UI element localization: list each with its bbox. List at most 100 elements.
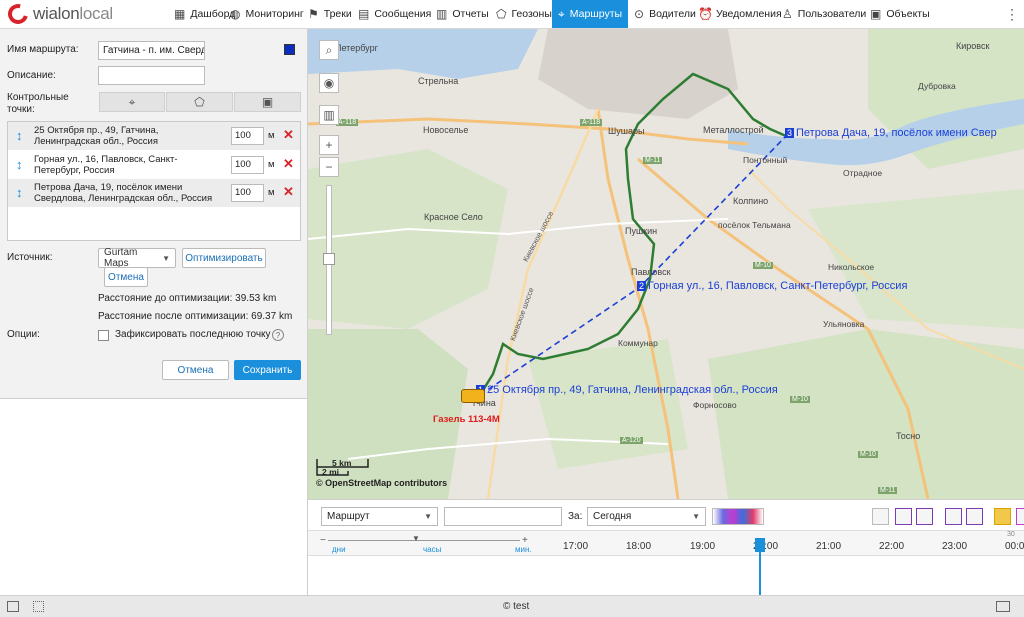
route-marker-2[interactable]: 2 Горная ул., 16, Павловск, Санкт-Петерб… xyxy=(637,280,907,292)
map-label-tosno: Тосно xyxy=(896,431,921,441)
timeline-tool-button[interactable] xyxy=(1016,508,1024,525)
save-button[interactable]: Сохранить xyxy=(234,360,301,380)
scale-minutes[interactable]: мин. xyxy=(515,545,532,554)
geofence-icon: ⬠ xyxy=(496,6,507,21)
zoom-in-icon[interactable]: + xyxy=(319,135,339,155)
add-geofence-button[interactable]: ⬠ xyxy=(166,92,233,112)
search-icon[interactable]: ⌕ xyxy=(319,40,339,60)
hour-label: 19:00 xyxy=(690,541,716,552)
nav-route[interactable]: ⌖ Маршруты xyxy=(552,0,628,28)
fix-last-point-checkbox[interactable] xyxy=(98,330,109,341)
route-name-input[interactable]: Гатчина - п. им. Сверд xyxy=(98,41,205,60)
route-color-picker[interactable] xyxy=(284,44,295,55)
scale-hours[interactable]: часы xyxy=(423,545,441,554)
reports-icon: ▥ xyxy=(436,6,448,21)
track-color-picker[interactable] xyxy=(712,508,764,525)
drag-handle-icon[interactable]: ↕ xyxy=(16,128,23,143)
timeline-tool-button[interactable] xyxy=(945,508,962,525)
checkpoint-address: 25 Октября пр., 49, Гатчина, Ленинградск… xyxy=(34,125,159,147)
dashboard-icon: ▦ xyxy=(174,6,186,21)
checkpoint-row[interactable]: ↕ Петрова Дача, 19, посёлок имени Свердл… xyxy=(8,179,300,207)
map-label-krasnoe-selo: Красное Село xyxy=(424,212,483,222)
nav-flag[interactable]: ⚑ Треки xyxy=(302,0,352,28)
nav-dashboard[interactable]: ▦ Дашборд xyxy=(168,0,235,28)
panel-toggle-icon[interactable] xyxy=(7,601,19,612)
grid-icon[interactable] xyxy=(33,601,44,612)
scale-days[interactable]: дни xyxy=(332,545,346,554)
timeline-tool-button[interactable] xyxy=(895,508,912,525)
radius-input[interactable]: 100 xyxy=(231,156,264,174)
fix-last-point-label[interactable]: Зафиксировать последнюю точку xyxy=(115,329,271,340)
checkpoint-row[interactable]: ↕ 25 Октября пр., 49, Гатчина, Ленинград… xyxy=(8,122,300,150)
radius-input[interactable]: 100 xyxy=(231,127,264,145)
source-select[interactable]: Gurtam Maps ▼ xyxy=(98,247,176,269)
scale-minus-button[interactable]: − xyxy=(320,535,326,546)
timeline-search-input[interactable] xyxy=(444,507,562,526)
current-time-handle[interactable] xyxy=(755,538,765,552)
nav-alarm[interactable]: ⏰ Уведомления xyxy=(692,0,782,28)
map-label-ulyanovka: Ульяновка xyxy=(823,319,865,329)
cancel-optimization-button[interactable]: Отмена xyxy=(104,267,148,287)
route-icon: ⌖ xyxy=(558,6,565,21)
nav-label: Маршруты xyxy=(569,8,623,20)
notifications-panel-icon[interactable] xyxy=(996,601,1010,612)
eye-icon[interactable]: ◉ xyxy=(319,73,339,93)
nav-label: Мониторинг xyxy=(245,8,304,20)
unit-label[interactable]: Газель 113-4М xyxy=(433,414,500,425)
map-label-nikolskoe: Никольское xyxy=(828,262,875,272)
marker-number: 2 xyxy=(637,281,647,291)
timeline-tool-button[interactable] xyxy=(872,508,889,525)
zoom-out-icon[interactable]: − xyxy=(319,157,339,177)
route-marker-1[interactable]: 1 25 Октября пр., 49, Гатчина, Ленинград… xyxy=(476,384,778,396)
add-point-button[interactable]: ⌖ xyxy=(99,92,165,112)
delete-icon[interactable]: ✕ xyxy=(283,127,294,143)
source-label: Источник: xyxy=(7,252,53,263)
map-canvas[interactable] xyxy=(308,29,1024,499)
nav-globe[interactable]: ◍ Мониторинг xyxy=(224,0,304,28)
cancel-button[interactable]: Отмена xyxy=(162,360,229,380)
nav-bus[interactable]: ▣ Объекты xyxy=(864,0,930,28)
alarm-icon: ⏰ xyxy=(698,6,713,21)
scale-slider[interactable] xyxy=(328,540,520,541)
nav-geofence[interactable]: ⬠ Геозоны xyxy=(490,0,552,28)
nav-reports[interactable]: ▥ Отчеты xyxy=(430,0,490,28)
nav-menu: ▦ Дашборд ◍ Мониторинг ⚑ Треки ▤ Сообщения ▥ Отче… xyxy=(168,0,930,28)
nav-user[interactable]: ♙ Пользователи xyxy=(776,0,866,28)
timeline-tool-button[interactable] xyxy=(966,508,983,525)
delete-icon[interactable]: ✕ xyxy=(283,184,294,200)
map-label-pushkin: Пушкин xyxy=(625,226,658,236)
drag-handle-icon[interactable]: ↕ xyxy=(16,185,23,200)
radius-input[interactable]: 100 xyxy=(231,184,264,202)
description-input[interactable] xyxy=(98,66,205,85)
bus-stop-icon: ▣ xyxy=(261,95,274,109)
copyright-text: © test xyxy=(503,601,530,612)
add-unit-button[interactable]: ▣ xyxy=(234,92,301,112)
more-menu-icon[interactable]: ⋮ xyxy=(1000,0,1024,28)
nav-label: Водители xyxy=(649,8,696,20)
chevron-down-icon: ▼ xyxy=(424,512,432,521)
wialon-logo[interactable]: wialonlocal xyxy=(0,0,168,28)
optimize-button[interactable]: Оптимизировать xyxy=(182,248,266,268)
delete-icon[interactable]: ✕ xyxy=(283,156,294,172)
nav-label: Треки xyxy=(323,8,352,20)
zoom-slider-handle[interactable] xyxy=(323,253,335,265)
layers-icon[interactable]: ▥ xyxy=(319,105,339,125)
next-day-label: 30 xyxy=(1007,531,1015,538)
map-attribution[interactable]: © OpenStreetMap contributors xyxy=(316,478,447,488)
drag-handle-icon[interactable]: ↕ xyxy=(16,157,23,172)
timeline-tool-button[interactable] xyxy=(916,508,933,525)
nav-driver[interactable]: ⊙ Водители xyxy=(628,0,696,28)
map-view[interactable]: Петербург Стрельна Новоселье Шушары Мета… xyxy=(308,29,1024,499)
bus-unit-icon[interactable] xyxy=(461,389,485,403)
radius-unit: м xyxy=(268,187,275,198)
timeline-type-select[interactable]: Маршрут ▼ xyxy=(321,507,438,526)
period-label: За: xyxy=(568,511,583,522)
help-icon[interactable]: ? xyxy=(272,329,284,341)
route-marker-3[interactable]: 3 Петрова Дача, 19, посёлок имени Свер xyxy=(785,127,997,139)
timeline-tool-button[interactable] xyxy=(994,508,1011,525)
period-select[interactable]: Сегодня ▼ xyxy=(587,507,706,526)
timeline-ruler[interactable]: − + ▼ дни часы мин. 17:00 18:00 19:00 20… xyxy=(308,530,1024,556)
checkpoint-row[interactable]: ↕ Горная ул., 16, Павловск, Санкт-Петерб… xyxy=(8,151,300,179)
nav-messages[interactable]: ▤ Сообщения xyxy=(352,0,431,28)
scale-slider-handle[interactable]: ▼ xyxy=(412,534,420,543)
